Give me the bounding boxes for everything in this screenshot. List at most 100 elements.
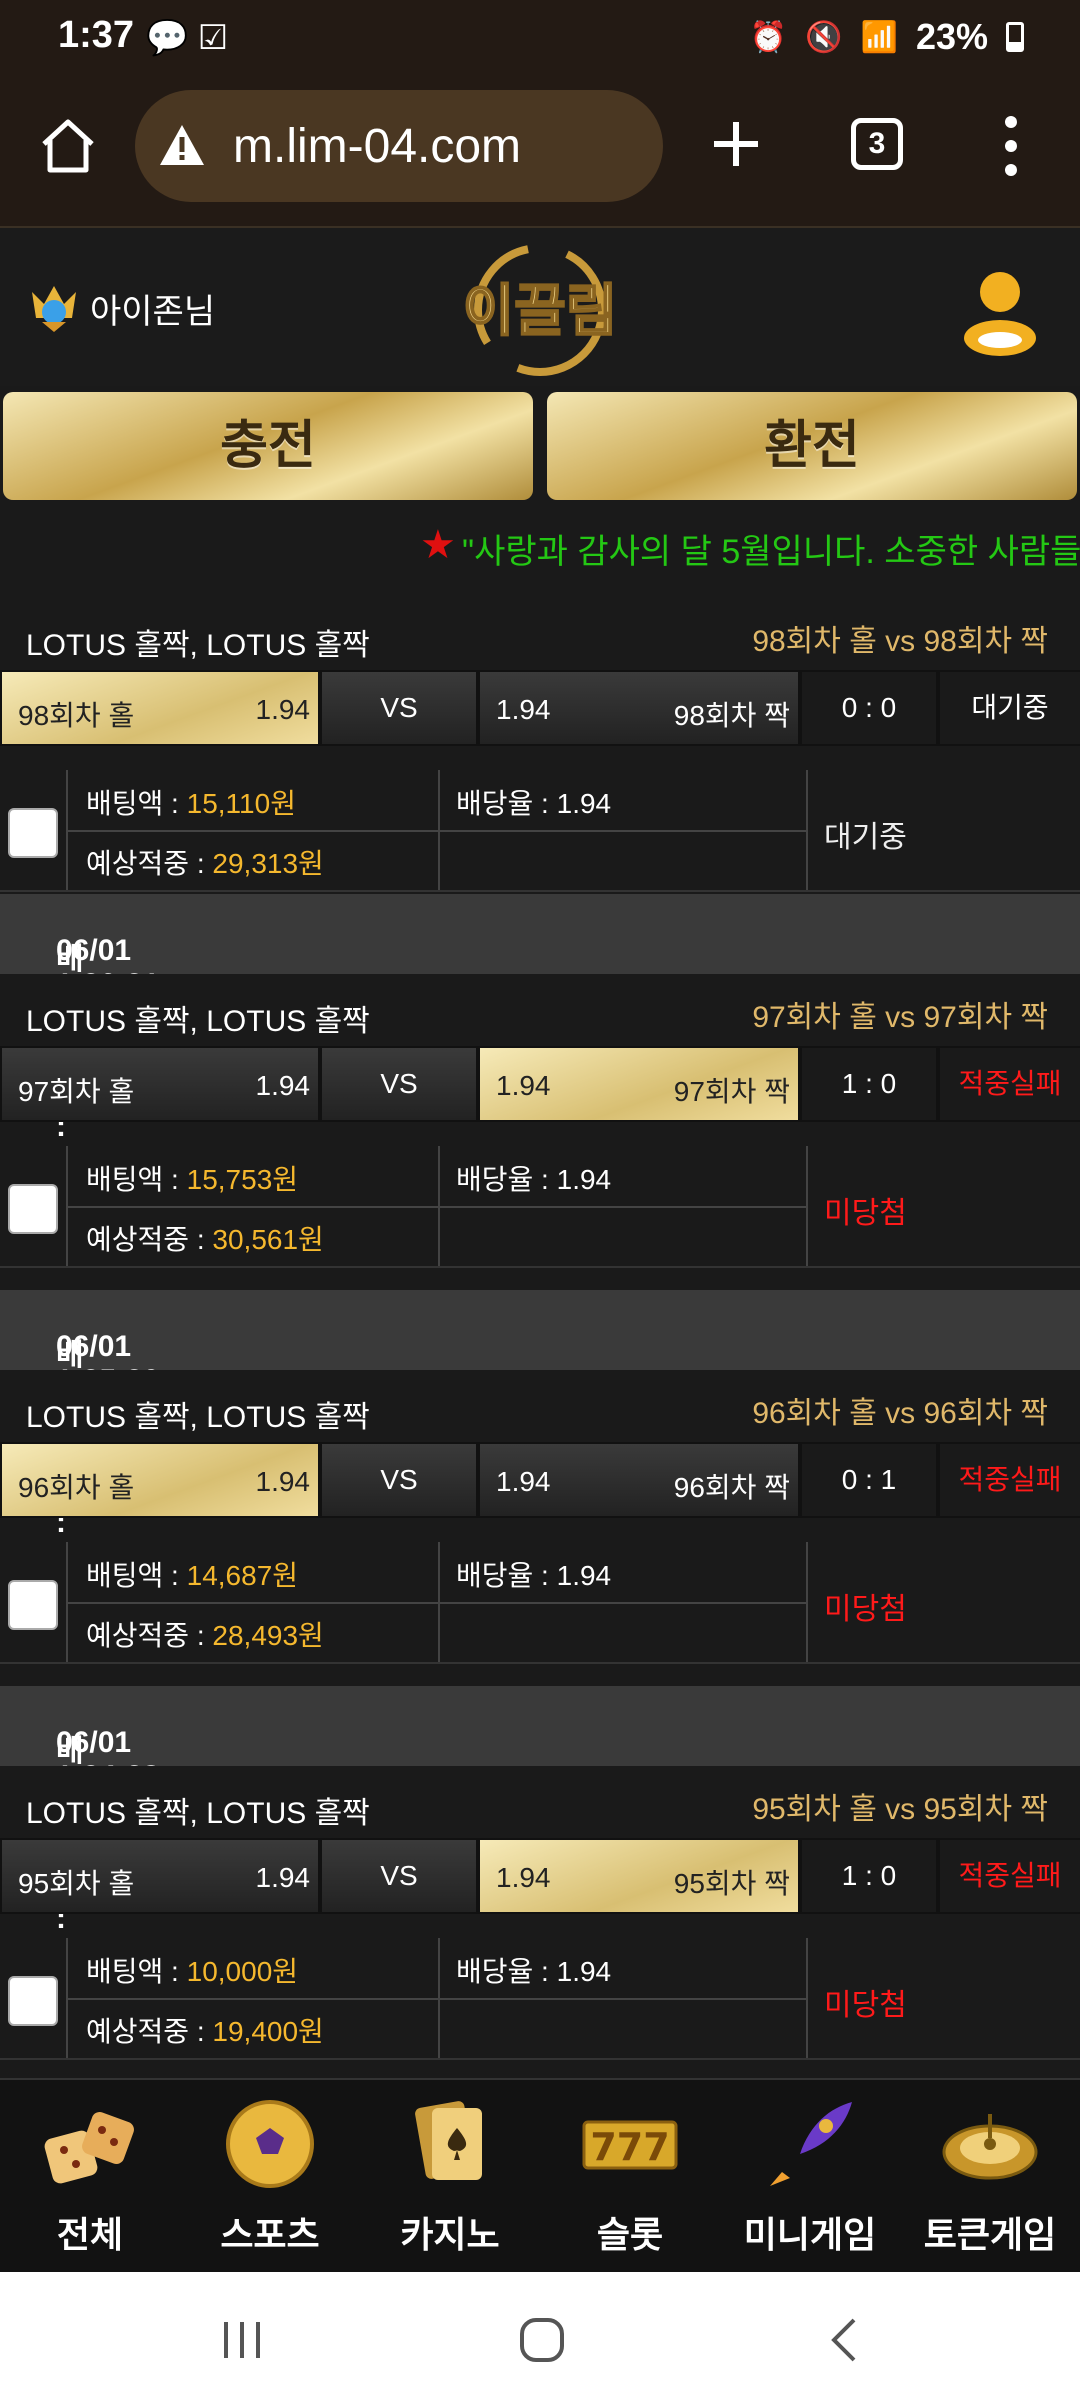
home-button-icon[interactable] xyxy=(512,2310,572,2370)
user-name: 아이존님 xyxy=(90,292,216,331)
home-option[interactable]: 96회차 홀 1.94 xyxy=(2,1444,318,1516)
status-right-icons: ⏰ 🔇 📶 23% xyxy=(750,16,1024,58)
url-text: m.lim-04.com xyxy=(233,119,522,173)
select-checkbox[interactable] xyxy=(8,1580,58,1630)
game-title-row: LOTUS 홀짝, LOTUS 홀짝 97회차 홀 vs 97회차 짝 xyxy=(0,974,1080,1046)
odds-row: 98회차 홀 1.94 VS 1.94 98회차 짝 0 : 0 대기중 xyxy=(0,670,1080,746)
away-option[interactable]: 1.94 97회차 짝 xyxy=(480,1048,798,1120)
profile-icon[interactable] xyxy=(960,268,1040,358)
bet-detail-grid: 배팅액 : 14,687원 예상적중 : 28,493원 배당율 : 1.94 xyxy=(66,1542,808,1662)
result-text: 미당첨 xyxy=(824,1989,907,2022)
bet-amount: 배팅액 : 15,110원 xyxy=(86,788,296,819)
wallet-buttons: 충전 환전 xyxy=(0,392,1080,502)
bet-result: 대기중 xyxy=(806,770,1080,890)
home-option[interactable]: 97회차 홀 1.94 xyxy=(2,1048,318,1120)
home-label: 97회차 홀 xyxy=(18,1076,135,1107)
wifi-icon: 📶 xyxy=(860,20,898,54)
tab-switcher-button[interactable]: 3 xyxy=(851,118,903,170)
vs-label: VS xyxy=(322,1048,476,1120)
nav-minigame[interactable]: 미니게임 xyxy=(720,2080,900,2274)
bet-result: 미당첨 xyxy=(806,1938,1080,2058)
game-name: LOTUS 홀짝, LOTUS 홀짝 xyxy=(26,1401,370,1434)
notice-marquee[interactable]: ★ "사랑과 감사의 달 5월입니다. 소중한 사람들과 xyxy=(0,512,1080,578)
away-label: 96회차 짝 xyxy=(673,1472,790,1503)
bet-detail: 배팅액 : 14,687원 예상적중 : 28,493원 배당율 : 1.94 … xyxy=(0,1542,1080,1664)
charge-button[interactable]: 충전 xyxy=(3,392,533,500)
address-bar[interactable]: m.lim-04.com xyxy=(135,90,663,202)
rocket-icon xyxy=(770,2102,852,2186)
back-icon[interactable] xyxy=(816,2310,876,2370)
svg-text:777: 777 xyxy=(590,2125,669,2169)
expected-win: 예상적중 : 29,313원 xyxy=(86,848,324,879)
home-label: 98회차 홀 xyxy=(18,700,135,731)
bet-time-bar: 배팅 시간 : 06/01 1:35:30 xyxy=(0,1290,1080,1539)
away-option[interactable]: 1.94 95회차 짝 xyxy=(480,1840,798,1912)
bet-time-bar: 배팅 시간 : 06/01 1:36:31 xyxy=(0,894,1080,1143)
game-name: LOTUS 홀짝, LOTUS 홀짝 xyxy=(26,629,370,662)
game-name: LOTUS 홀짝, LOTUS 홀짝 xyxy=(26,1797,370,1830)
result-text: 미당첨 xyxy=(824,1593,907,1626)
new-tab-icon[interactable] xyxy=(706,114,766,174)
exchange-button[interactable]: 환전 xyxy=(547,392,1077,500)
nav-label: 미니게임 xyxy=(743,2214,877,2255)
bet-detail: 배팅액 : 15,753원 예상적중 : 30,561원 배당율 : 1.94 … xyxy=(0,1146,1080,1268)
home-odds: 1.94 xyxy=(255,1070,311,1101)
matchup: 96회차 홀 vs 96회차 짝 xyxy=(752,1397,1048,1430)
odds-rate: 배당율 : 1.94 xyxy=(456,1560,612,1591)
home-odds: 1.94 xyxy=(255,1862,311,1893)
bet-result: 미당첨 xyxy=(806,1146,1080,1266)
nav-label: 토큰게임 xyxy=(923,2214,1057,2255)
game-title-row: LOTUS 홀짝, LOTUS 홀짝 98회차 홀 vs 98회차 짝 xyxy=(0,598,1080,670)
select-checkbox[interactable] xyxy=(8,1976,58,2026)
game-title-row: LOTUS 홀짝, LOTUS 홀짝 96회차 홀 vs 96회차 짝 xyxy=(0,1370,1080,1442)
matchup: 97회차 홀 vs 97회차 짝 xyxy=(752,1001,1048,1034)
home-option[interactable]: 98회차 홀 1.94 xyxy=(2,672,318,744)
home-icon[interactable] xyxy=(36,114,100,178)
status-time: 1:37 xyxy=(58,14,135,56)
bet-detail-grid: 배팅액 : 10,000원 예상적중 : 19,400원 배당율 : 1.94 xyxy=(66,1938,808,2058)
recent-apps-icon[interactable] xyxy=(212,2310,272,2370)
away-option[interactable]: 1.94 96회차 짝 xyxy=(480,1444,798,1516)
bet-history-list: LOTUS 홀짝, LOTUS 홀짝 98회차 홀 vs 98회차 짝 98회차… xyxy=(0,598,1080,2082)
nav-label: 스포츠 xyxy=(220,2214,320,2255)
home-option[interactable]: 95회차 홀 1.94 xyxy=(2,1840,318,1912)
vs-label: VS xyxy=(322,1840,476,1912)
browser-toolbar: m.lim-04.com 3 xyxy=(0,74,1080,226)
select-checkbox[interactable] xyxy=(8,808,58,858)
away-option[interactable]: 1.94 98회차 짝 xyxy=(480,672,798,744)
result-text: 미당첨 xyxy=(824,1197,907,1230)
notification-icons: 💬 ☑ xyxy=(146,19,229,57)
score: 0 : 1 xyxy=(802,1444,936,1516)
select-checkbox[interactable] xyxy=(8,1184,58,1234)
slot-777-icon: 777 xyxy=(582,2120,678,2170)
result-text: 대기중 xyxy=(824,821,907,854)
user-info[interactable]: 아이존님 xyxy=(28,282,215,334)
matchup: 95회차 홀 vs 95회차 짝 xyxy=(752,1793,1048,1826)
away-label: 95회차 짝 xyxy=(673,1868,790,1899)
score: 1 : 0 xyxy=(802,1048,936,1120)
expected-win: 예상적중 : 28,493원 xyxy=(86,1620,324,1651)
more-options-icon[interactable] xyxy=(996,110,1026,182)
bet-card: 배팅 시간 : 06/01 1:36:31 LOTUS 홀짝, LOTUS 홀짝… xyxy=(0,894,1080,1290)
odds-rate: 배당율 : 1.94 xyxy=(456,1164,612,1195)
nav-label: 카지노 xyxy=(400,2214,500,2255)
nav-sports[interactable]: 스포츠 xyxy=(180,2080,360,2274)
odds-row: 96회차 홀 1.94 VS 1.94 96회차 짝 0 : 1 적중실패 xyxy=(0,1442,1080,1518)
warning-icon[interactable] xyxy=(157,121,207,171)
divider xyxy=(438,1146,440,1266)
vs-label: VS xyxy=(322,1444,476,1516)
alarm-icon: ⏰ xyxy=(749,20,788,54)
divider xyxy=(438,770,440,890)
expected-win: 예상적중 : 30,561원 xyxy=(86,1224,324,1255)
bet-status: 대기중 xyxy=(940,672,1080,744)
score: 1 : 0 xyxy=(802,1840,936,1912)
matchup: 98회차 홀 vs 98회차 짝 xyxy=(752,625,1048,658)
site-logo[interactable]: 이끌림 xyxy=(440,234,640,384)
nav-casino[interactable]: 카지노 xyxy=(360,2080,540,2274)
nav-all[interactable]: 전체 xyxy=(0,2080,180,2274)
home-odds: 1.94 xyxy=(255,1466,311,1497)
nav-token-game[interactable]: 토큰게임 xyxy=(900,2080,1080,2274)
soccer-ball-icon xyxy=(226,2100,314,2188)
nav-slot[interactable]: 777 슬롯 xyxy=(540,2080,720,2274)
game-name: LOTUS 홀짝, LOTUS 홀짝 xyxy=(26,1005,370,1038)
